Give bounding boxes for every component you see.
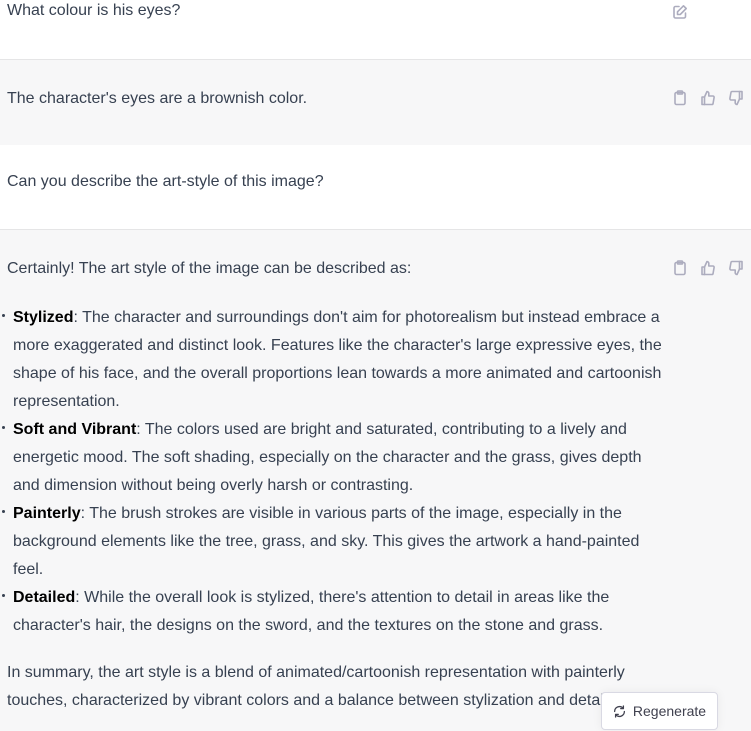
thumbs-up-icon[interactable] [694,88,722,108]
list-item: Soft and Vibrant: The colors used are br… [0,416,680,500]
user-message: Can you describe the art-style of this i… [0,145,751,230]
regenerate-label: Regenerate [632,703,707,719]
clipboard-icon[interactable] [666,258,694,278]
bullet-text-line: : The character and surroundings don't a… [73,309,660,326]
bullet-term: Painterly [13,505,81,522]
assistant-message: The character's eyes are a brownish colo… [0,59,751,145]
message-text: What colour is his eyes? [7,2,181,19]
bullet-text-line: more exaggerated and distinct look. Feat… [13,337,662,354]
bullet-text-line: shape of his face, and the overall propo… [13,365,662,382]
clipboard-icon[interactable] [666,88,694,108]
bullet-text-line: and dimension without being overly harsh… [13,477,414,494]
thumbs-up-icon[interactable] [694,258,722,278]
bullet-text-line: representation. [13,393,120,410]
bullet-text-line: feel. [13,561,44,578]
bullet-text-line: character's hair, the designs on the swo… [13,617,604,634]
bullet-text-line: : The brush strokes are visible in vario… [80,505,622,522]
thumbs-down-icon[interactable] [722,258,750,278]
bullet-term: Soft and Vibrant [13,421,137,438]
bullet-term: Stylized [13,309,74,326]
message-text: The character's eyes are a brownish colo… [7,90,308,107]
user-message: What colour is his eyes? [0,0,751,60]
list-item: Detailed: While the overall look is styl… [0,584,680,640]
message-text: Can you describe the art-style of this i… [7,173,324,190]
edit-icon[interactable] [666,2,694,22]
bullet-text-line: : While the overall look is stylized, th… [75,589,610,606]
bullet-list: Stylized: The character and surroundings… [0,304,680,640]
bullet-text-line: : The colors used are bright and saturat… [136,421,627,438]
message-intro: Certainly! The art style of the image ca… [7,260,412,277]
list-item: Painterly: The brush strokes are visible… [0,500,680,584]
thumbs-down-icon[interactable] [722,88,750,108]
refresh-icon [613,704,625,718]
bullet-text-line: background elements like the tree, grass… [13,533,640,550]
list-item: Stylized: The character and surroundings… [0,304,680,416]
regenerate-button[interactable]: Regenerate [601,692,718,730]
assistant-message: Certainly! The art style of the image ca… [0,229,751,731]
summary-line: touches, characterized by vibrant colors… [7,692,604,709]
summary-line: In summary, the art style is a blend of … [7,664,625,681]
bullet-text-line: energetic mood. The soft shading, especi… [13,449,642,466]
bullet-term: Detailed [13,589,76,606]
